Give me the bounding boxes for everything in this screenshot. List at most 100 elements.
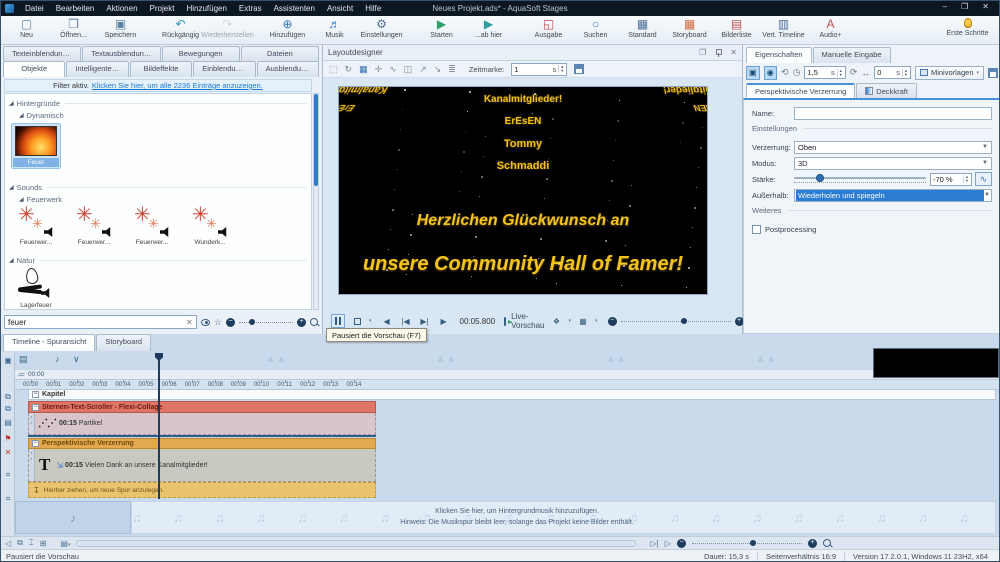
designer-tool-icon[interactable]: ◫ (404, 64, 413, 75)
flexi-collage-group-header[interactable]: − Sternen-Text-Scroller - Flexi-Collage (28, 401, 376, 413)
close-button[interactable]: ✕ (982, 2, 989, 11)
toolbar-button[interactable]: ▣ Speichern (97, 18, 144, 39)
designer-tool-icon[interactable]: ∿ (389, 64, 397, 75)
collapse-box[interactable]: − (32, 404, 39, 411)
grid-button[interactable]: ▦ (576, 314, 590, 328)
designer-tool-icon[interactable]: ⬚ (329, 64, 338, 75)
timeline-hscrollbar[interactable] (76, 540, 636, 547)
verzerrung-group-header[interactable]: − Perspektivische Verzerrung (28, 438, 376, 449)
toolbar-button[interactable]: ↶ Rückgängig (157, 18, 204, 39)
music-track[interactable]: ♫ ♫ ♫ ♫ ♫ ♫ ♫ ♫ ♫ ♫ ♫ ♫ ♫ ♫ ♫ ♫ ♫ ♫ ♫ ♫ … (131, 501, 996, 534)
menu-item[interactable]: Datei (19, 4, 50, 13)
music-track-header[interactable]: ♪ (15, 501, 131, 534)
nav-next-icon[interactable]: ▷ (665, 539, 671, 548)
new-track-dropzone[interactable]: ↧ Hierher ziehen, um neue Spur anzulegen… (28, 482, 376, 498)
menu-item[interactable]: Hilfe (359, 4, 387, 13)
timeline-zoom-in[interactable]: + (808, 539, 817, 548)
fit-icon[interactable]: ⧉ (17, 538, 23, 548)
track-options-icon[interactable]: ▤ (19, 354, 28, 365)
zoom-in-button[interactable]: + (297, 318, 306, 327)
caret-down-icon[interactable]: ∨ (73, 354, 80, 365)
minivorlagen-button[interactable]: Minivorlagen ▾ (915, 66, 984, 80)
object-tile-firework-sound[interactable]: ✳✳ Feuerwer... (127, 207, 177, 246)
transport-nav-button[interactable]: ▶ (437, 314, 451, 328)
search-input[interactable]: feuer ✕ (4, 315, 197, 329)
verzerrung-dropdown[interactable]: Oben▼ (794, 141, 992, 154)
transport-nav-button[interactable]: ▶| (418, 314, 432, 328)
copy-icon[interactable]: ⧉ (2, 392, 14, 402)
save-timemark-icon[interactable] (574, 64, 584, 74)
thumbnail-zoom-slider[interactable] (239, 318, 293, 326)
zoom-out-button[interactable]: − (226, 318, 235, 327)
designer-tool-icon[interactable]: ▦ (359, 64, 368, 75)
group-header[interactable]: ◢ Dynamisch (19, 111, 307, 120)
timeline-tab[interactable]: Timeline - Spuransicht (3, 334, 95, 351)
toolbar-button[interactable]: ❒ Öffnen... (50, 18, 97, 39)
keyframe-toggle-button[interactable]: ◉ (764, 66, 778, 80)
properties-tab[interactable]: Eigenschaften (746, 47, 812, 63)
timeline-zoom-out[interactable]: − (677, 539, 686, 548)
left-panel-tab[interactable]: Ausblendungen (257, 61, 319, 77)
toolbar-button[interactable]: ▶ Starten (418, 18, 465, 39)
subtab-deckkraft[interactable]: Deckkraft (856, 83, 917, 98)
tree-scrollbar[interactable] (313, 93, 319, 310)
toolbar-button[interactable]: ▶ ...ab hier (465, 18, 512, 39)
toolbar-button[interactable]: ◱ Ausgabe (525, 18, 572, 39)
loop-icon[interactable]: ⟳ (850, 67, 858, 78)
designer-tool-icon[interactable]: ✛ (375, 64, 383, 75)
copy-icon[interactable]: ⧉ (2, 404, 14, 414)
minimize-button[interactable]: – (943, 2, 947, 11)
cut-icon[interactable]: ✕ (2, 448, 14, 457)
toolbar-button[interactable]: A Audio+ (807, 18, 854, 39)
menu-item[interactable]: Ansicht (321, 4, 359, 13)
group-header[interactable]: ◢ Natur (9, 256, 307, 265)
left-panel-tab[interactable]: Einblendungen (193, 61, 255, 77)
nav-end-icon[interactable]: ▷| (650, 539, 658, 548)
staerke-slider[interactable] (794, 173, 926, 185)
menu-item[interactable]: Projekt (144, 4, 181, 13)
postprocessing-checkbox[interactable] (752, 225, 761, 234)
name-input[interactable] (794, 107, 992, 120)
toolbar-button[interactable]: ⊕ Hinzufügen (264, 18, 311, 39)
toolbar-button[interactable]: ▦ Storyboard (666, 18, 713, 39)
menu-item[interactable]: Hinzufügen (180, 4, 232, 13)
flag-icon[interactable]: ⚑ (2, 434, 14, 443)
stop-button[interactable] (350, 314, 364, 328)
align-icon[interactable]: ⌗ (2, 494, 14, 504)
modus-dropdown[interactable]: 3D▼ (794, 157, 992, 170)
toolbar-button[interactable]: ⚙ Einstellungen (358, 18, 405, 39)
object-tile-campfire-sound[interactable]: Lagerfeuer (11, 268, 61, 309)
snap-icon[interactable]: ⌶ (29, 538, 34, 548)
maximize-button[interactable]: ❐ (961, 2, 968, 11)
preview-eye-icon[interactable] (201, 319, 210, 326)
left-panel-tab[interactable]: Bewegungen (162, 46, 240, 61)
object-tile-firework-sound[interactable]: ✳✳ Wunderk... (185, 207, 235, 246)
designer-tool-icon[interactable]: ↗ (419, 64, 427, 75)
playhead[interactable] (158, 353, 160, 499)
animate-toggle-button[interactable]: ▣ (746, 66, 760, 80)
ausserhalb-dropdown[interactable]: Wiederholen und spiegeln▼ (794, 189, 992, 202)
reset-icon[interactable]: ⟲ (781, 67, 789, 78)
properties-tab[interactable]: Manuelle Eingabe (813, 47, 891, 63)
left-panel-tab[interactable]: Bildeffekte (130, 61, 192, 77)
menu-item[interactable]: Extras (233, 4, 268, 13)
timeline-zoom-slider[interactable] (692, 539, 802, 547)
pause-button[interactable] (331, 314, 345, 328)
toolbar-button[interactable]: ▦ Standard (619, 18, 666, 39)
toolbar-button[interactable]: ▥ Vert. Timeline (760, 18, 807, 39)
help-button[interactable]: Erste Schritte (944, 18, 991, 37)
sound-wizard-icon[interactable]: ♪ (55, 354, 60, 364)
clear-search-icon[interactable]: ✕ (186, 318, 193, 327)
preview-zoom-out[interactable]: − (608, 317, 617, 326)
favorites-star-icon[interactable]: ☆ (214, 317, 222, 328)
transport-nav-button[interactable]: |◀ (399, 314, 413, 328)
preview-zoom-slider[interactable] (621, 317, 731, 325)
close-panel-icon[interactable]: ✕ (730, 48, 737, 57)
align-icon[interactable]: ⌗ (2, 470, 14, 480)
chapter-track[interactable]: − Kapitel (28, 389, 996, 400)
list-icon[interactable]: ▤ (2, 418, 14, 427)
film-icon[interactable]: ▣ (2, 356, 14, 365)
save-preset-icon[interactable] (988, 68, 998, 78)
collapse-box[interactable]: − (32, 391, 39, 398)
quality-caret[interactable]: ▾ (568, 319, 571, 323)
